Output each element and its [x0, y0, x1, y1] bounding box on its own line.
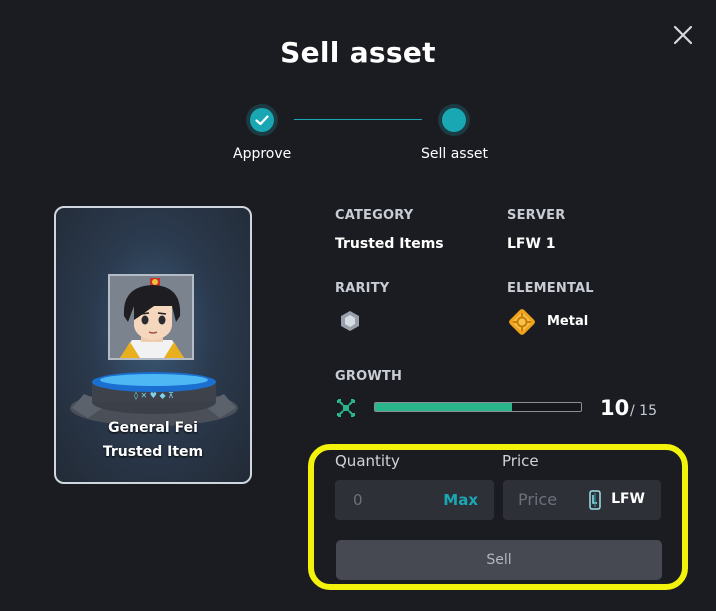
max-button[interactable]: Max — [443, 491, 478, 509]
quantity-label: Quantity — [335, 452, 400, 470]
svg-text:◊ ✕ ♥ ◆ ⊼: ◊ ✕ ♥ ◆ ⊼ — [134, 391, 174, 400]
asset-name: General Fei — [108, 420, 198, 436]
lfw-token-icon — [589, 490, 601, 510]
metal-element-icon — [509, 309, 535, 335]
quantity-input[interactable]: 0 Max — [335, 480, 494, 520]
modal-title: Sell asset — [280, 36, 436, 69]
category-label: CATEGORY — [335, 208, 414, 223]
growth-label: GROWTH — [335, 369, 403, 384]
sell-button[interactable]: Sell — [336, 540, 662, 580]
step-approve-check-icon — [250, 108, 274, 132]
growth-progress-bar — [374, 402, 582, 412]
price-label: Price — [502, 452, 539, 470]
sell-asset-modal: Sell asset Approve Sell asset ◊ ✕ ♥ ◆ ⊼ … — [0, 0, 716, 611]
step-sell-label: Sell asset — [421, 146, 488, 162]
step-approve-label: Approve — [233, 146, 292, 162]
rarity-common-icon — [341, 311, 359, 331]
rarity-label: RARITY — [335, 281, 390, 296]
close-icon[interactable] — [670, 22, 696, 48]
category-value: Trusted Items — [335, 236, 444, 252]
currency-label: LFW — [611, 491, 645, 507]
elemental-value: Metal — [547, 314, 589, 329]
elemental-label: ELEMENTAL — [507, 281, 594, 296]
growth-progress-fill — [375, 403, 513, 411]
quantity-value: 0 — [353, 491, 363, 509]
price-input[interactable]: Price LFW — [503, 480, 661, 520]
asset-type: Trusted Item — [102, 444, 204, 460]
server-label: SERVER — [507, 208, 566, 223]
price-placeholder: Price — [518, 490, 558, 509]
growth-value: 10 — [600, 396, 630, 420]
step-connector — [294, 119, 422, 120]
growth-icon — [337, 399, 355, 417]
asset-card: ◊ ✕ ♥ ◆ ⊼ General Fei Trusted Item — [54, 206, 252, 484]
server-value: LFW 1 — [507, 236, 556, 252]
growth-max: / 15 — [630, 403, 657, 419]
step-sell-dot-icon — [442, 108, 466, 132]
hero-portrait — [108, 274, 194, 360]
